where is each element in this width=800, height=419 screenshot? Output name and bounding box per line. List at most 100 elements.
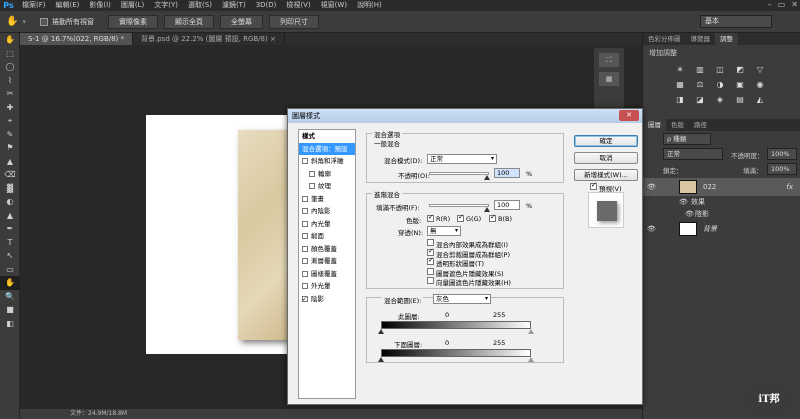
menu-item[interactable]: 編輯(E) (51, 0, 85, 11)
style-checkbox[interactable] (302, 245, 308, 252)
tool-icon[interactable]: ▓ (0, 182, 20, 196)
scroll-all-windows-option[interactable]: 捲動所有視窗 (39, 17, 94, 27)
opacity-slider-thumb[interactable] (484, 175, 490, 180)
chevron-down-icon[interactable]: ▾ (22, 18, 26, 26)
adjustment-icon[interactable]: ▽ (753, 64, 767, 76)
advanced-option-checkbox[interactable] (427, 277, 434, 284)
style-item[interactable]: 內陰影 (299, 205, 355, 218)
underlying-gradient[interactable] (381, 349, 531, 357)
opacity-slider[interactable] (429, 172, 489, 175)
fit-screen-button[interactable]: 顯示全頁 (163, 14, 214, 29)
tool-icon[interactable]: ✋ (0, 33, 20, 47)
tool-icon[interactable]: ⌖ (0, 114, 20, 128)
advanced-option-checkbox[interactable] (427, 256, 434, 265)
style-checkbox[interactable] (302, 233, 308, 240)
tab-s1[interactable]: S-1 @ 16.7%(022, RGB/8) * (20, 33, 134, 45)
adjustment-icon[interactable]: ▦ (673, 79, 687, 91)
tool-icon[interactable]: ✒ (0, 222, 20, 236)
adjustment-icon[interactable]: ◈ (713, 94, 727, 106)
minimize-icon[interactable]: – (768, 0, 772, 9)
blend-mode-select[interactable]: 正常 (427, 154, 497, 164)
style-item[interactable]: 緞面 (299, 230, 355, 243)
underlying-white-thumb[interactable] (528, 357, 534, 362)
eye-icon[interactable]: 👁 (647, 178, 656, 196)
style-checkbox[interactable] (302, 294, 308, 306)
advanced-option-checkbox[interactable] (427, 267, 434, 275)
workspace-select[interactable]: 基本 (700, 15, 772, 28)
style-checkbox[interactable] (309, 183, 315, 190)
opacity-input[interactable]: 100 (494, 168, 520, 178)
actual-pixels-button[interactable]: 實際像素 (107, 14, 158, 29)
fill-screen-button[interactable]: 全螢幕 (219, 14, 263, 29)
menu-item[interactable]: 視窗(W) (316, 0, 352, 11)
menu-item[interactable]: 檔案(F) (17, 0, 51, 11)
menu-item[interactable]: 說明(H) (352, 0, 387, 11)
layer-effects-row[interactable]: 👁 效果 (643, 196, 800, 208)
menu-item[interactable]: 圖層(L) (116, 0, 149, 11)
tool-icon[interactable]: ↖ (0, 249, 20, 263)
menu-item[interactable]: 濾鏡(T) (217, 0, 251, 11)
tab-histogram[interactable]: 色彩分佈圖 (643, 33, 686, 45)
tool-icon[interactable]: ▲ (0, 155, 20, 169)
channel-g-checkbox[interactable] (457, 213, 464, 222)
new-style-button[interactable]: 新增樣式(W)... (574, 169, 638, 181)
tool-icon[interactable]: ◐ (0, 195, 20, 209)
layer-blend-mode[interactable]: 正常 (663, 148, 723, 160)
adjustment-icon[interactable]: ▥ (693, 64, 707, 76)
layer-row-background[interactable]: 👁 背景 (643, 220, 800, 238)
style-checkbox[interactable] (302, 258, 308, 265)
style-item[interactable]: 輪廓 (299, 168, 355, 181)
adjustment-icon[interactable]: ◪ (693, 94, 707, 106)
tab-navigator[interactable]: 導覽器 (686, 33, 716, 45)
style-item[interactable]: 混合選項：預設 (299, 142, 355, 155)
shadow-eye-icon[interactable]: 👁 (685, 208, 694, 220)
tool-icon[interactable]: ▲ (0, 209, 20, 223)
style-checkbox[interactable] (302, 283, 308, 290)
menu-item[interactable]: 影像(I) (84, 0, 116, 11)
layer-row-022[interactable]: 👁 022 fx (643, 178, 800, 196)
tool-icon[interactable]: ⚑ (0, 141, 20, 155)
tool-icon[interactable]: ▭ (0, 263, 20, 277)
layer-effect-shadow-row[interactable]: 👁 陰影 (643, 208, 800, 220)
fx-icon[interactable]: fx (786, 178, 793, 196)
style-item[interactable]: 筆畫 (299, 193, 355, 206)
fill-slider-thumb[interactable] (484, 207, 490, 212)
tool-icon[interactable]: 🔍 (0, 290, 20, 304)
advanced-option-checkbox[interactable] (427, 239, 434, 246)
history-icon[interactable]: ⛶ (599, 53, 619, 67)
adjustment-icon[interactable]: ◩ (733, 64, 747, 76)
brush-preset-icon[interactable]: ▦ (599, 72, 619, 86)
adjustment-icon[interactable]: ◉ (753, 79, 767, 91)
adjustment-icon[interactable]: ▣ (733, 79, 747, 91)
adjustment-icon[interactable]: ◨ (673, 94, 687, 106)
layer-fill-input[interactable]: 100% (767, 163, 797, 175)
tool-icon[interactable]: ◯ (0, 60, 20, 74)
tool-icon[interactable]: ⌇ (0, 74, 20, 88)
tool-icon[interactable]: ◧ (0, 317, 20, 331)
menu-item[interactable]: 3D(D) (251, 0, 282, 11)
tool-icon[interactable]: ✋ (0, 276, 20, 290)
tab-channels[interactable]: 色版 (666, 119, 689, 131)
style-item[interactable]: 圖樣覆蓋 (299, 268, 355, 281)
close-button[interactable]: ✕ (619, 110, 639, 121)
menu-item[interactable]: 選取(S) (183, 0, 217, 11)
underlying-black-thumb[interactable] (378, 357, 384, 362)
tab-background[interactable]: 背景.psd @ 22.2% (圖層 預設, RGB/8) × (133, 33, 285, 45)
menu-item[interactable]: 文字(Y) (149, 0, 183, 11)
channel-b-checkbox[interactable] (489, 213, 496, 222)
layer-kind-filter[interactable]: ρ 種類 (663, 133, 711, 145)
knockout-select[interactable]: 無 (427, 226, 461, 236)
style-checkbox[interactable] (302, 220, 308, 227)
print-size-button[interactable]: 列印尺寸 (268, 14, 319, 29)
adjustment-icon[interactable]: ◭ (753, 94, 767, 106)
adjustment-icon[interactable]: ◫ (713, 64, 727, 76)
style-item[interactable]: 內光暈 (299, 218, 355, 231)
style-item[interactable]: 陰影 (299, 293, 355, 306)
tool-icon[interactable]: ✎ (0, 128, 20, 142)
style-checkbox[interactable] (302, 158, 308, 165)
style-item[interactable]: 漸層覆蓋 (299, 255, 355, 268)
style-checkbox[interactable] (302, 208, 308, 215)
this-layer-gradient[interactable] (381, 321, 531, 329)
style-item[interactable]: 外光暈 (299, 280, 355, 293)
styles-header[interactable]: 樣式 (299, 130, 355, 143)
